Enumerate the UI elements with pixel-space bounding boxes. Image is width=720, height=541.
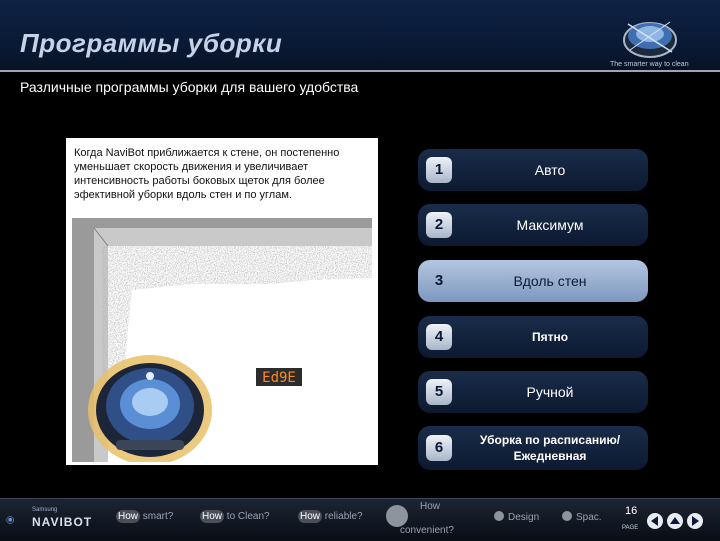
- navibot-brand-icon: [6, 516, 14, 524]
- mode-label: Максимум: [516, 217, 584, 233]
- nav-design[interactable]: Design: [494, 511, 539, 523]
- device-display-code: Ed9E: [262, 370, 296, 386]
- brand-name: NAVIBOT: [32, 515, 93, 529]
- header-divider: [0, 70, 720, 72]
- footer-nav: Samsung NAVIBOT How smart? How to Clean?…: [0, 498, 720, 541]
- nav-dot-icon: [562, 511, 572, 521]
- nav-how-convenient[interactable]: [386, 505, 412, 527]
- navibot-logo-icon: [623, 21, 677, 58]
- nav-how-reliable[interactable]: How reliable?: [298, 510, 363, 523]
- room-illustration: Ed9E: [72, 218, 372, 462]
- nav-spac[interactable]: Spac.: [562, 511, 602, 523]
- nav-dot-icon: [386, 505, 408, 527]
- page-title: Программы уборки: [20, 28, 283, 58]
- mode-number: 2: [426, 212, 452, 238]
- mode-number: 6: [426, 435, 452, 461]
- mode-label: Ручной: [526, 384, 574, 400]
- mode-number: 5: [426, 379, 452, 405]
- mode-label: Уборка по расписанию/ Ежедневная: [479, 433, 621, 463]
- prev-arrow-icon[interactable]: [647, 513, 663, 529]
- mode-button-wall[interactable]: 3 Вдоль стен: [418, 260, 648, 302]
- panel-description: Когда NaviBot приближается к стене, он п…: [74, 147, 340, 201]
- tagline: The smarter way to clean: [610, 61, 689, 68]
- page-label: PAGE: [622, 525, 639, 531]
- mode-button-spot[interactable]: 4 Пятно: [418, 316, 648, 358]
- mode-button-auto[interactable]: 1 Авто: [418, 149, 648, 191]
- mode-label: Пятно: [531, 330, 569, 344]
- nav-how-convenient-bottom: convenient?: [400, 525, 454, 536]
- brand-samsung: Samsung: [32, 507, 58, 513]
- nav-dot-icon: [494, 511, 504, 521]
- page-number: 16: [625, 505, 638, 517]
- illustration-panel: Когда NaviBot приближается к стене, он п…: [66, 138, 378, 465]
- mode-button-schedule[interactable]: 6 Уборка по расписанию/ Ежедневная: [418, 426, 648, 470]
- nav-how-smart[interactable]: How smart?: [116, 510, 173, 523]
- nav-how-to-clean[interactable]: How to Clean?: [200, 510, 270, 523]
- mode-button-manual[interactable]: 5 Ручной: [418, 371, 648, 413]
- mode-label: Авто: [534, 162, 566, 178]
- mode-button-max[interactable]: 2 Максимум: [418, 204, 648, 246]
- mode-label: Вдоль стен: [513, 273, 587, 289]
- page-subtitle: Различные программы уборки для вашего уд…: [20, 79, 359, 95]
- up-arrow-icon[interactable]: [667, 513, 683, 529]
- nav-how-convenient-top: How: [420, 501, 441, 512]
- mode-number: 3: [434, 272, 444, 289]
- mode-number: 1: [426, 157, 452, 183]
- next-arrow-icon[interactable]: [687, 513, 703, 529]
- mode-number: 4: [426, 324, 452, 350]
